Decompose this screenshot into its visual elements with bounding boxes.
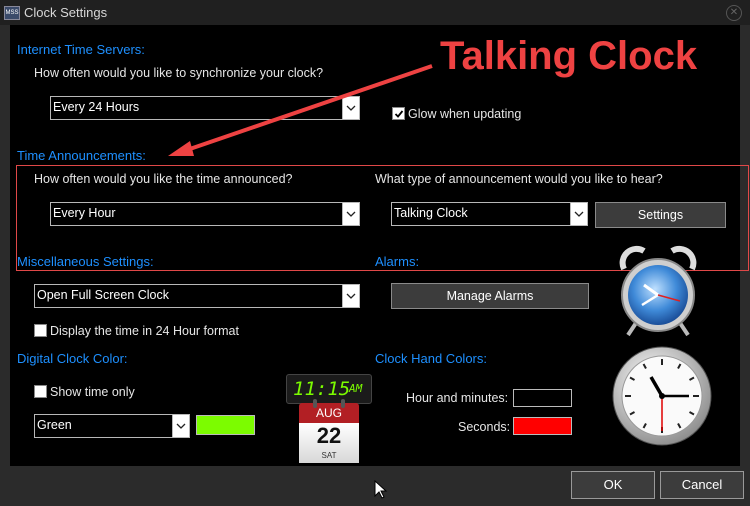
mouse-cursor-icon [374, 480, 388, 499]
annotation-arrow [168, 64, 433, 156]
dialog-footer: OK Cancel [0, 466, 750, 506]
cancel-button[interactable]: Cancel [660, 471, 744, 499]
ok-button[interactable]: OK [571, 471, 655, 499]
